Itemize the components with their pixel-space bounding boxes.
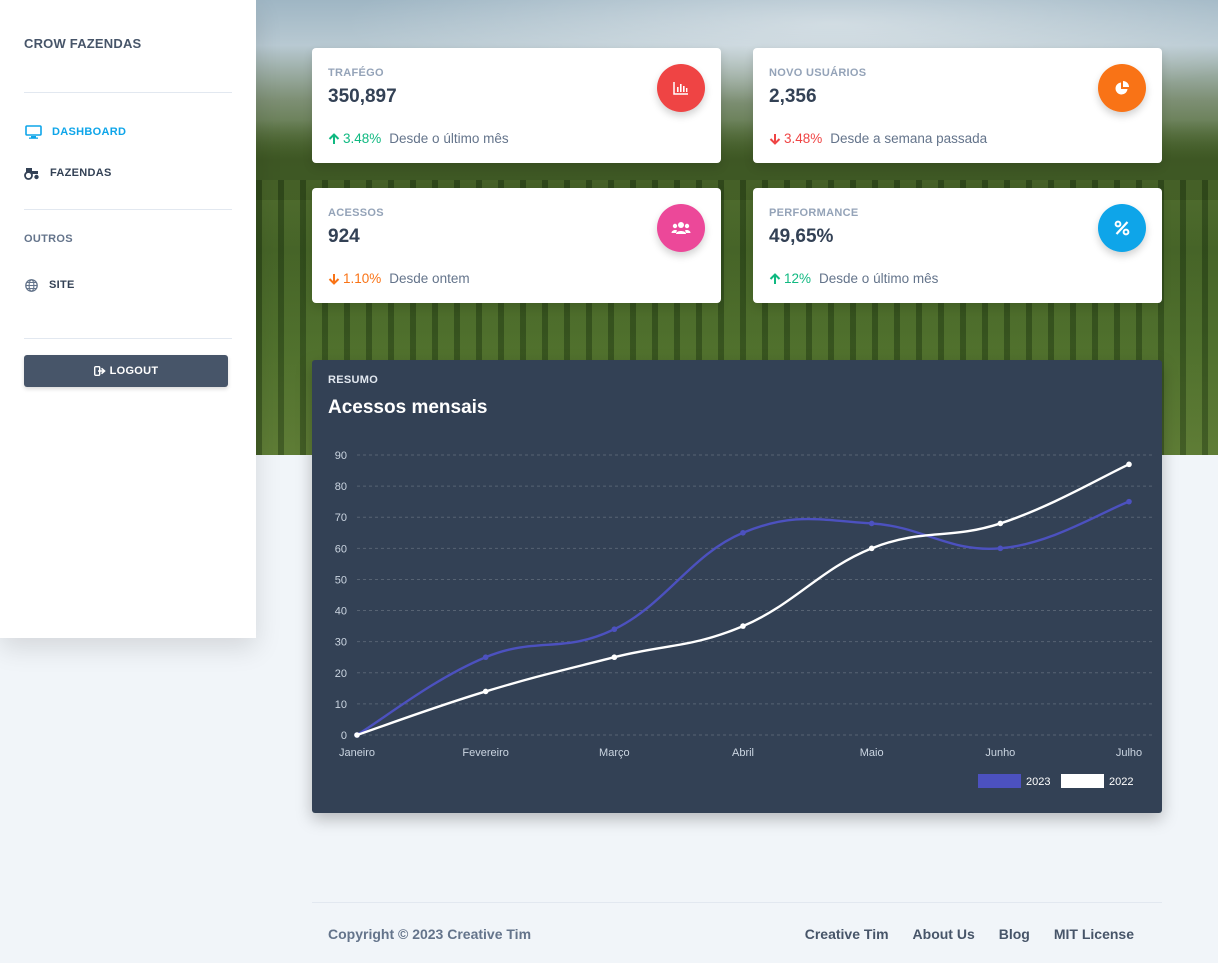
x-tick-label: Junho: [985, 747, 1015, 759]
stat-card-novo-usuarios: NOVO USUÁRIOS 2,356 3.48% Desde a semana…: [753, 48, 1162, 163]
data-point-2022: [997, 520, 1004, 527]
sidebar-divider: [24, 338, 232, 339]
y-tick-label: 70: [335, 512, 347, 524]
data-point-2022: [354, 732, 360, 738]
stat-label: TRAFÉGO: [328, 67, 384, 79]
stat-footer: 1.10% Desde ontem: [328, 271, 470, 286]
legend-label: 2022: [1109, 776, 1133, 788]
stat-label: PERFORMANCE: [769, 207, 859, 219]
data-point-2023: [997, 545, 1004, 552]
series-line-2023: [356, 500, 1130, 737]
percent-icon: [1098, 204, 1146, 252]
legend-label: 2023: [1026, 776, 1050, 788]
logout-label: LOGOUT: [109, 365, 159, 377]
sidebar-item-label: DASHBOARD: [52, 126, 127, 138]
stat-value: 350,897: [328, 86, 397, 107]
data-point-2023: [740, 529, 746, 536]
arrow-down-icon: [769, 133, 781, 145]
stat-change: 3.48%: [343, 131, 382, 146]
stat-footer: 12% Desde o último mês: [769, 271, 938, 286]
stat-change: 1.10%: [343, 271, 382, 286]
footer-link-blog[interactable]: Blog: [999, 926, 1030, 942]
y-tick-label: 0: [341, 730, 347, 742]
sign-out-icon: [93, 366, 106, 376]
stat-footer: 3.48% Desde o último mês: [328, 131, 509, 146]
arrow-up-icon: [328, 132, 340, 145]
stat-value: 2,356: [769, 86, 817, 107]
stat-label: NOVO USUÁRIOS: [769, 67, 867, 79]
data-point-2022: [868, 545, 875, 552]
chart-panel: RESUMO Acessos mensais 0 10 20 30 40 50 60 70 80…: [312, 360, 1162, 813]
arrow-up-icon: [769, 272, 781, 285]
data-point-2022: [611, 654, 618, 661]
monitor-icon: [24, 125, 42, 139]
stat-label: ACESSOS: [328, 207, 384, 219]
stat-since: Desde o último mês: [389, 131, 509, 146]
stat-since: Desde ontem: [389, 271, 470, 286]
pie-chart-icon: [1098, 64, 1146, 112]
stat-card-acessos: ACESSOS 924 1.10% Desde ontem: [312, 188, 721, 303]
footer-links: Creative Tim About Us Blog MIT License: [805, 926, 1134, 942]
x-tick-label: Maio: [860, 747, 884, 759]
stat-since: Desde o último mês: [819, 271, 939, 286]
y-tick-label: 30: [335, 637, 347, 649]
sidebar-item-dashboard[interactable]: DASHBOARD: [24, 125, 126, 139]
x-tick-label: Julho: [1116, 747, 1142, 759]
y-tick-label: 80: [335, 481, 347, 493]
data-point-2022: [482, 688, 489, 695]
stat-footer: 3.48% Desde a semana passada: [769, 131, 987, 146]
stat-change: 12%: [784, 271, 812, 286]
y-tick-label: 90: [335, 450, 347, 462]
brand-title[interactable]: CROW FAZENDAS: [24, 36, 141, 51]
line-chart: 0 10 20 30 40 50 60 70 80 90 Janeiro Fevereiro Março…: [335, 450, 1154, 788]
stat-since: Desde a semana passada: [830, 131, 988, 146]
sidebar-item-label: FAZENDAS: [50, 167, 112, 179]
sidebar-divider: [24, 209, 232, 210]
footer-link-mit-license[interactable]: MIT License: [1054, 926, 1134, 942]
y-tick-label: 40: [335, 606, 347, 618]
sidebar-item-fazendas[interactable]: FAZENDAS: [24, 166, 112, 180]
sidebar: CROW FAZENDAS DASHBOARD FAZENDAS OUTROS …: [0, 0, 256, 638]
data-point-2023: [482, 654, 489, 661]
x-tick-label: Março: [599, 747, 630, 759]
data-point-2023: [1126, 498, 1132, 505]
x-tick-label: Fevereiro: [462, 747, 508, 759]
stat-card-performance: PERFORMANCE 49,65% 12% Desde o último mê…: [753, 188, 1162, 303]
x-tick-label: Abril: [732, 747, 754, 759]
tractor-icon: [24, 166, 40, 180]
sidebar-item-site[interactable]: SITE: [24, 278, 75, 292]
footer-divider: [312, 902, 1162, 903]
y-tick-label: 60: [335, 543, 347, 555]
bar-chart-icon: [657, 64, 705, 112]
legend-swatch-2022: [1061, 774, 1104, 788]
legend-swatch-2023: [978, 774, 1021, 788]
y-tick-label: 50: [335, 574, 347, 586]
stat-card-trafego: TRAFÉGO 350,897 3.48% Desde o último mês: [312, 48, 721, 163]
sidebar-item-label: SITE: [49, 279, 75, 291]
globe-icon: [24, 278, 38, 292]
footer-link-about-us[interactable]: About Us: [913, 926, 975, 942]
data-point-2023: [611, 626, 618, 633]
arrow-down-icon: [328, 273, 340, 285]
footer-link-creative-tim[interactable]: Creative Tim: [805, 926, 889, 942]
data-point-2023: [868, 520, 875, 527]
section-title-outros: OUTROS: [24, 233, 73, 245]
data-point-2022: [740, 623, 746, 629]
stat-value: 924: [328, 226, 360, 247]
data-point-2022: [1126, 461, 1132, 468]
x-tick-label: Janeiro: [339, 747, 375, 759]
stat-change: 3.48%: [784, 131, 823, 146]
sidebar-divider: [24, 92, 232, 93]
y-tick-label: 10: [335, 699, 347, 711]
copyright-text: Copyright © 2023 Creative Tim: [328, 926, 532, 942]
series-line-2022: [356, 463, 1130, 737]
users-icon: [657, 204, 705, 252]
stat-value: 49,65%: [769, 226, 834, 247]
logout-button[interactable]: LOGOUT: [24, 355, 228, 387]
y-tick-label: 20: [335, 668, 347, 680]
